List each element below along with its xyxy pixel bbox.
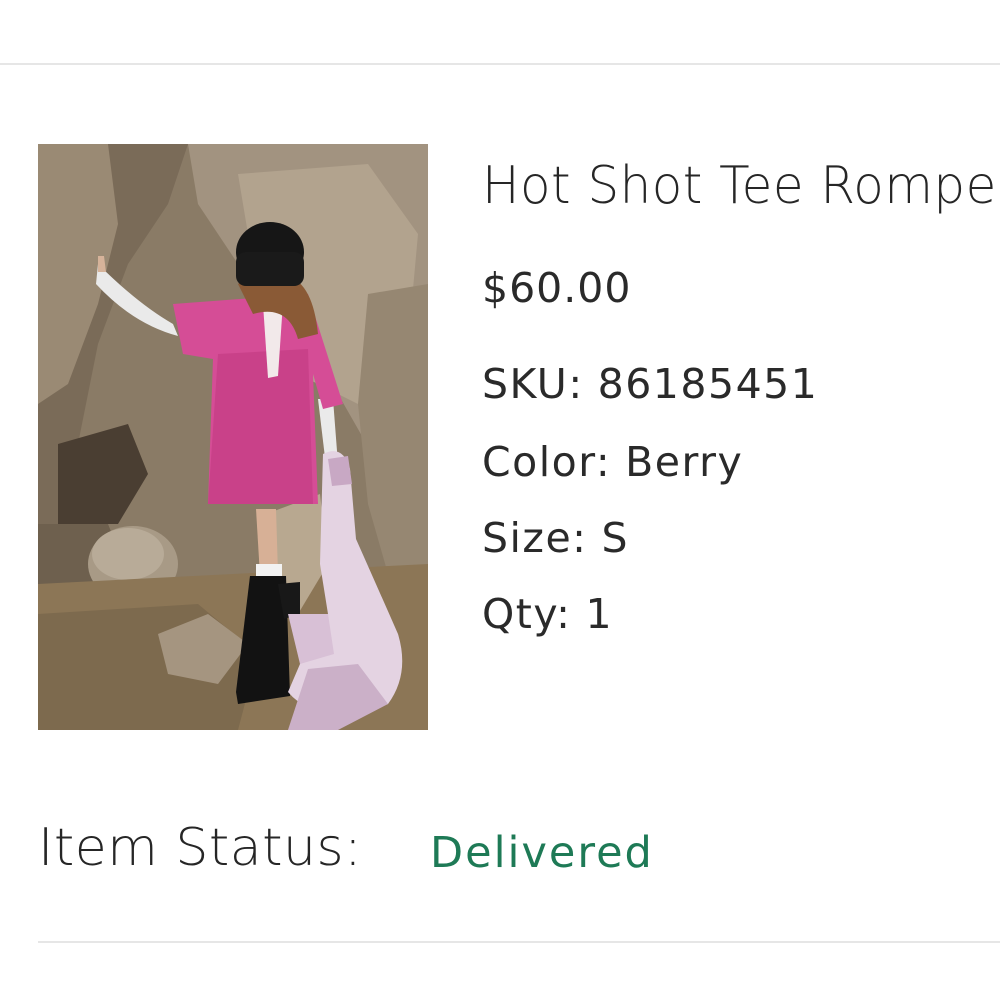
qty-value: 1 <box>585 590 614 638</box>
qty-label: Qty: <box>482 590 572 638</box>
product-price: $60.00 <box>482 264 632 312</box>
product-title[interactable]: Hot Shot Tee Romper <box>482 156 1000 216</box>
bottom-divider <box>38 941 1000 943</box>
color-row: Color: Berry <box>482 438 743 486</box>
color-value: Berry <box>625 438 744 486</box>
item-status-value: Delivered <box>430 828 654 878</box>
size-value: S <box>601 514 630 562</box>
item-status-label: Item Status: <box>38 818 363 878</box>
color-label: Color: <box>482 438 612 486</box>
size-row: Size: S <box>482 514 629 562</box>
sku-value: 86185451 <box>597 360 819 408</box>
qty-row: Qty: 1 <box>482 590 613 638</box>
size-label: Size: <box>482 514 588 562</box>
sku-label: SKU: <box>482 360 584 408</box>
top-divider <box>0 63 1000 65</box>
product-photo <box>38 144 428 730</box>
sku-row: SKU: 86185451 <box>482 360 818 408</box>
product-details: Hot Shot Tee Romper $60.00 SKU: 86185451 … <box>482 150 1000 650</box>
item-status-row: Item Status: Delivered <box>38 818 738 888</box>
product-image[interactable] <box>38 144 428 730</box>
